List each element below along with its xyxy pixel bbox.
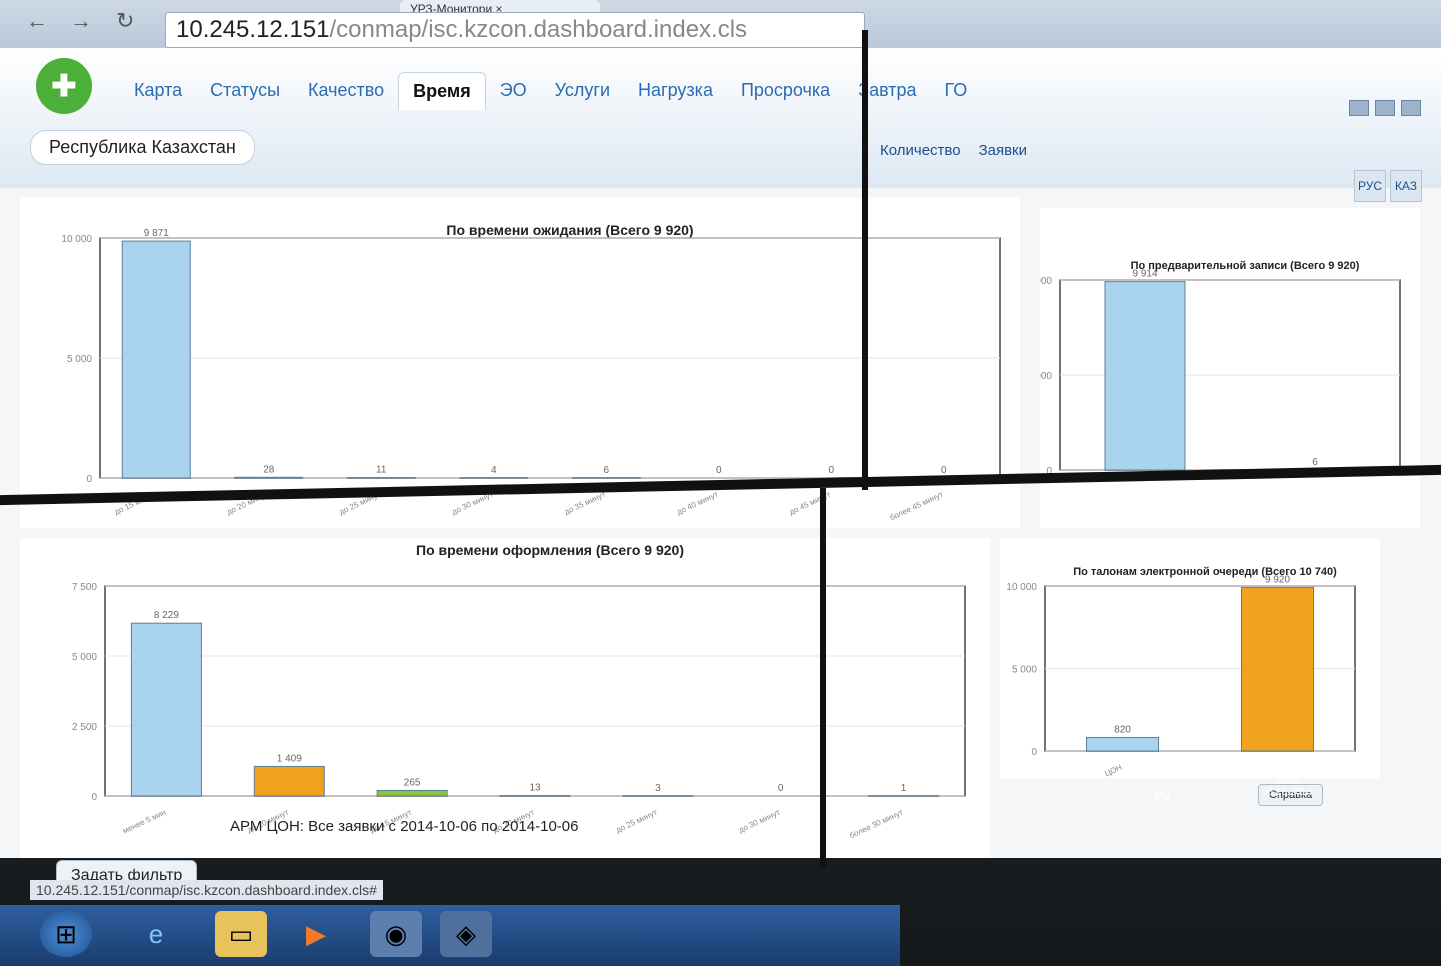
data-label: 0	[828, 465, 834, 476]
menu-item-3[interactable]: Время	[398, 72, 486, 110]
data-label: 9 920	[1265, 574, 1290, 585]
tray-date: 06.10.2014	[1262, 787, 1313, 798]
app-icon[interactable]: ◈	[440, 911, 492, 957]
y-tick-label: 7 500	[72, 582, 97, 593]
bar	[234, 476, 304, 479]
category-label: более 45 минут	[888, 490, 945, 523]
y-tick-label: 5 000	[67, 354, 92, 365]
forward-icon[interactable]: →	[70, 8, 92, 34]
category-label: ЦОН	[1103, 763, 1123, 778]
menu-right: Количество Заявки	[880, 142, 1027, 159]
data-label: 6	[1312, 457, 1318, 468]
region-selector[interactable]: Республика Казахстан	[30, 130, 255, 165]
address-bar[interactable]: 10.245.12.151/conmap/isc.kzcon.dashboard…	[165, 12, 865, 48]
video-wall: ← → ↻ УРЗ-Монитори × 10.245.12.151/conma…	[0, 0, 1441, 966]
data-label: 265	[404, 777, 421, 788]
bar	[1104, 281, 1186, 471]
category-label: до 40 минут	[675, 490, 719, 517]
y-tick-label: 5 000	[72, 652, 97, 663]
data-label: 11	[376, 465, 387, 476]
category-label: более 30 минут	[848, 808, 905, 841]
category-label: менее 5 мин	[121, 808, 167, 836]
media-player-icon[interactable]: ▶	[290, 911, 342, 957]
data-label: 8 229	[154, 610, 179, 621]
window-controls	[1349, 100, 1421, 116]
back-icon[interactable]: ←	[26, 8, 48, 34]
browser-toolbar: ← → ↻ УРЗ-Монитори × 10.245.12.151/conma…	[0, 0, 1441, 48]
ie-icon[interactable]: e	[130, 911, 182, 957]
bezel-vertical-top	[862, 30, 868, 490]
start-button-icon[interactable]: ⊞	[40, 911, 92, 957]
data-label: 3	[655, 783, 661, 794]
data-label: 0	[778, 783, 784, 794]
url-host: 10.245.12.151	[176, 16, 330, 43]
menu-item-5[interactable]: Услуги	[541, 72, 624, 110]
app-header: ✚ Карта Статусы Качество Время ЭО Услуги Нагру…	[0, 48, 1441, 202]
y-tick-label: 2 500	[72, 722, 97, 733]
menu-item-1[interactable]: Статусы	[196, 72, 294, 110]
minimize-icon[interactable]	[1349, 100, 1369, 116]
y-tick-label: 10 000	[1006, 582, 1037, 593]
bar	[376, 789, 448, 797]
bar	[253, 765, 325, 797]
status-url: 10.245.12.151/conmap/isc.kzcon.dashboard…	[30, 880, 383, 900]
lang-kaz-button[interactable]: КАЗ	[1390, 170, 1422, 202]
bar	[1086, 736, 1159, 752]
data-label: 6	[603, 465, 609, 476]
menu-item-0[interactable]: Карта	[120, 72, 196, 110]
category-label: до 30 минут	[737, 808, 781, 835]
menu-item-9[interactable]: ГО	[931, 72, 982, 110]
reload-icon[interactable]: ↻	[116, 8, 134, 34]
plot-area	[104, 585, 966, 797]
data-label: 13	[529, 783, 541, 794]
tray-lang[interactable]: RU	[1154, 790, 1170, 802]
menu-item-8[interactable]: Завтра	[844, 72, 930, 110]
data-label: 0	[716, 465, 722, 476]
maximize-icon[interactable]	[1375, 100, 1395, 116]
y-tick-label: 0	[1031, 747, 1037, 758]
explorer-folder-icon[interactable]: ▭	[215, 911, 267, 957]
data-label: 9 871	[144, 228, 169, 239]
tray-clock[interactable]: 10:49 06.10.2014	[1262, 776, 1312, 798]
data-label: 820	[1114, 724, 1131, 735]
data-label: 1	[901, 783, 907, 794]
chart-tickets-svg: 10 000 5 000 0 820 ЦОН 9 920	[1006, 574, 1356, 778]
taskbar: ⊞ e ▭ ▶ ◉ ◈	[0, 905, 900, 966]
menu-item-2[interactable]: Качество	[294, 72, 398, 110]
y-tick-label: 0	[91, 792, 97, 803]
menu-item-7[interactable]: Просрочка	[727, 72, 844, 110]
close-icon[interactable]	[1401, 100, 1421, 116]
y-tick-label: 10 000	[1040, 276, 1052, 287]
data-label: 1 409	[277, 753, 302, 764]
data-label: 9 914	[1132, 269, 1157, 280]
menu-item-requests[interactable]: Заявки	[979, 142, 1027, 159]
bezel-vertical-bottom	[820, 488, 826, 868]
y-tick-label: 5 000	[1012, 665, 1037, 676]
menu-item-6[interactable]: Нагрузка	[624, 72, 727, 110]
chrome-icon[interactable]: ◉	[370, 911, 422, 957]
tray-time: 10:49	[1274, 776, 1300, 787]
dashboard-app: ✚ Карта Статусы Качество Время ЭО Услуги Нагру…	[0, 48, 1441, 858]
y-tick-label: 5 000	[1040, 371, 1052, 382]
main-menu: Карта Статусы Качество Время ЭО Услуги Нагрузк…	[120, 72, 981, 110]
url-path: /conmap/isc.kzcon.dashboard.index.cls	[329, 16, 748, 43]
menu-item-4[interactable]: ЭО	[486, 72, 541, 110]
lang-rus-button[interactable]: РУС	[1354, 170, 1386, 202]
data-label: 28	[263, 464, 275, 475]
y-tick-label: 0	[86, 474, 92, 485]
bar	[121, 240, 191, 479]
category-label: до 35 минут	[563, 490, 607, 517]
category-label: до 25 минут	[615, 808, 659, 835]
data-label: 4	[491, 465, 497, 476]
chart-tickets-panel: По талонам электронной очереди (Всего 10…	[1000, 538, 1380, 778]
status-title: АРМ ЦОН: Все заявки с 2014-10-06 по 2014…	[230, 818, 579, 835]
menu-item-quantity[interactable]: Количество	[880, 142, 961, 159]
bar	[1241, 586, 1314, 752]
logo-icon[interactable]: ✚	[36, 58, 92, 114]
chart-process-svg: 7 500 5 000 2 500 0 8 229 менее 5 мин 1 409 до …	[72, 582, 966, 841]
bar	[130, 622, 202, 797]
y-tick-label: 10 000	[61, 234, 92, 245]
chart-process-panel: По времени оформления (Всего 9 920) 7 50…	[20, 538, 990, 858]
